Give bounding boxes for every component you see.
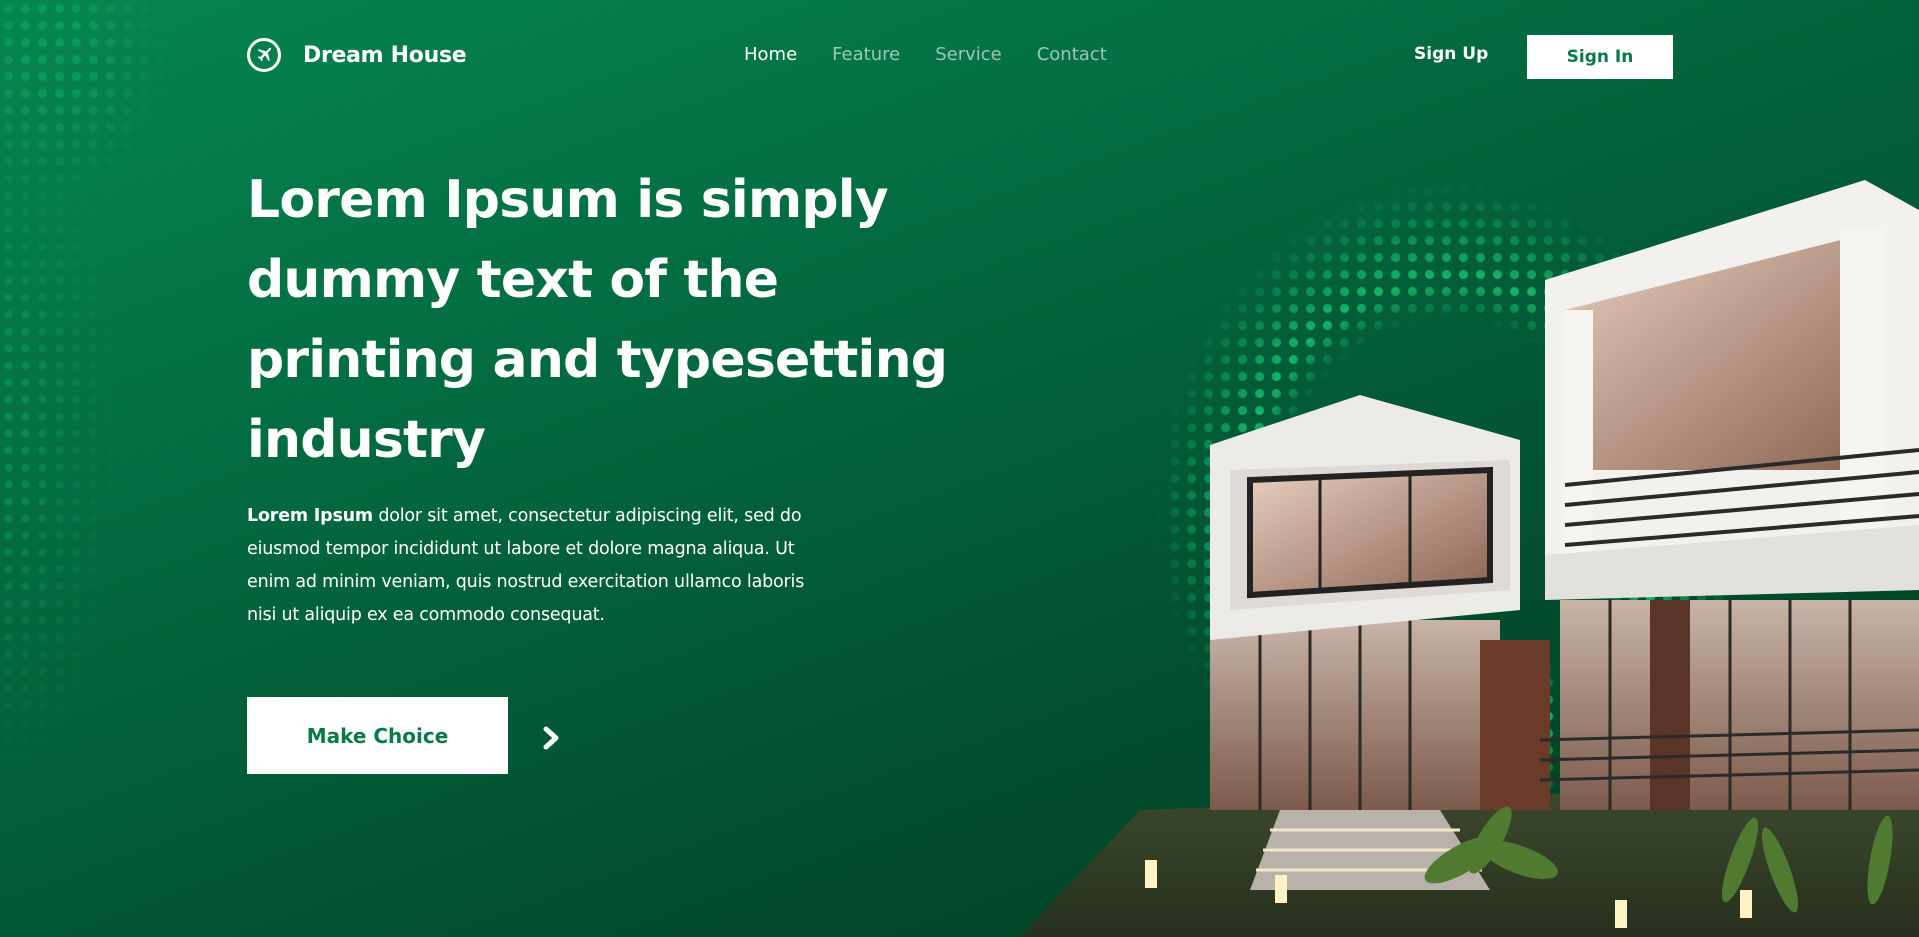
house-image [1020,180,1919,937]
hero-heading-line: industry [247,410,486,470]
chevron-right-icon[interactable] [538,724,564,752]
hero-heading: Lorem Ipsum is simply dummy text of the … [247,160,987,480]
brand-logo-link[interactable]: Dream House [247,38,467,72]
main-nav: Home Feature Service Contact [744,44,1107,65]
hero-description-bold: Lorem Ipsum [247,506,373,526]
hero-heading-line: dummy text of the [247,250,779,310]
navbar: Dream House Home Feature Service Contact… [0,0,1919,110]
hero-heading-line: Lorem Ipsum is simply [247,170,889,230]
hero-description: Lorem Ipsum dolor sit amet, consectetur … [247,500,827,632]
nav-link-contact[interactable]: Contact [1037,44,1107,65]
sign-up-link[interactable]: Sign Up [1414,44,1488,64]
nav-link-feature[interactable]: Feature [832,44,900,65]
hero-heading-line: printing and typesetting [247,330,948,390]
nav-link-home[interactable]: Home [744,44,797,65]
make-choice-button[interactable]: Make Choice [247,697,508,774]
brand-name: Dream House [303,42,467,68]
airplane-logo-icon [247,38,281,72]
nav-link-service[interactable]: Service [935,44,1002,65]
sign-in-button[interactable]: Sign In [1527,35,1673,79]
